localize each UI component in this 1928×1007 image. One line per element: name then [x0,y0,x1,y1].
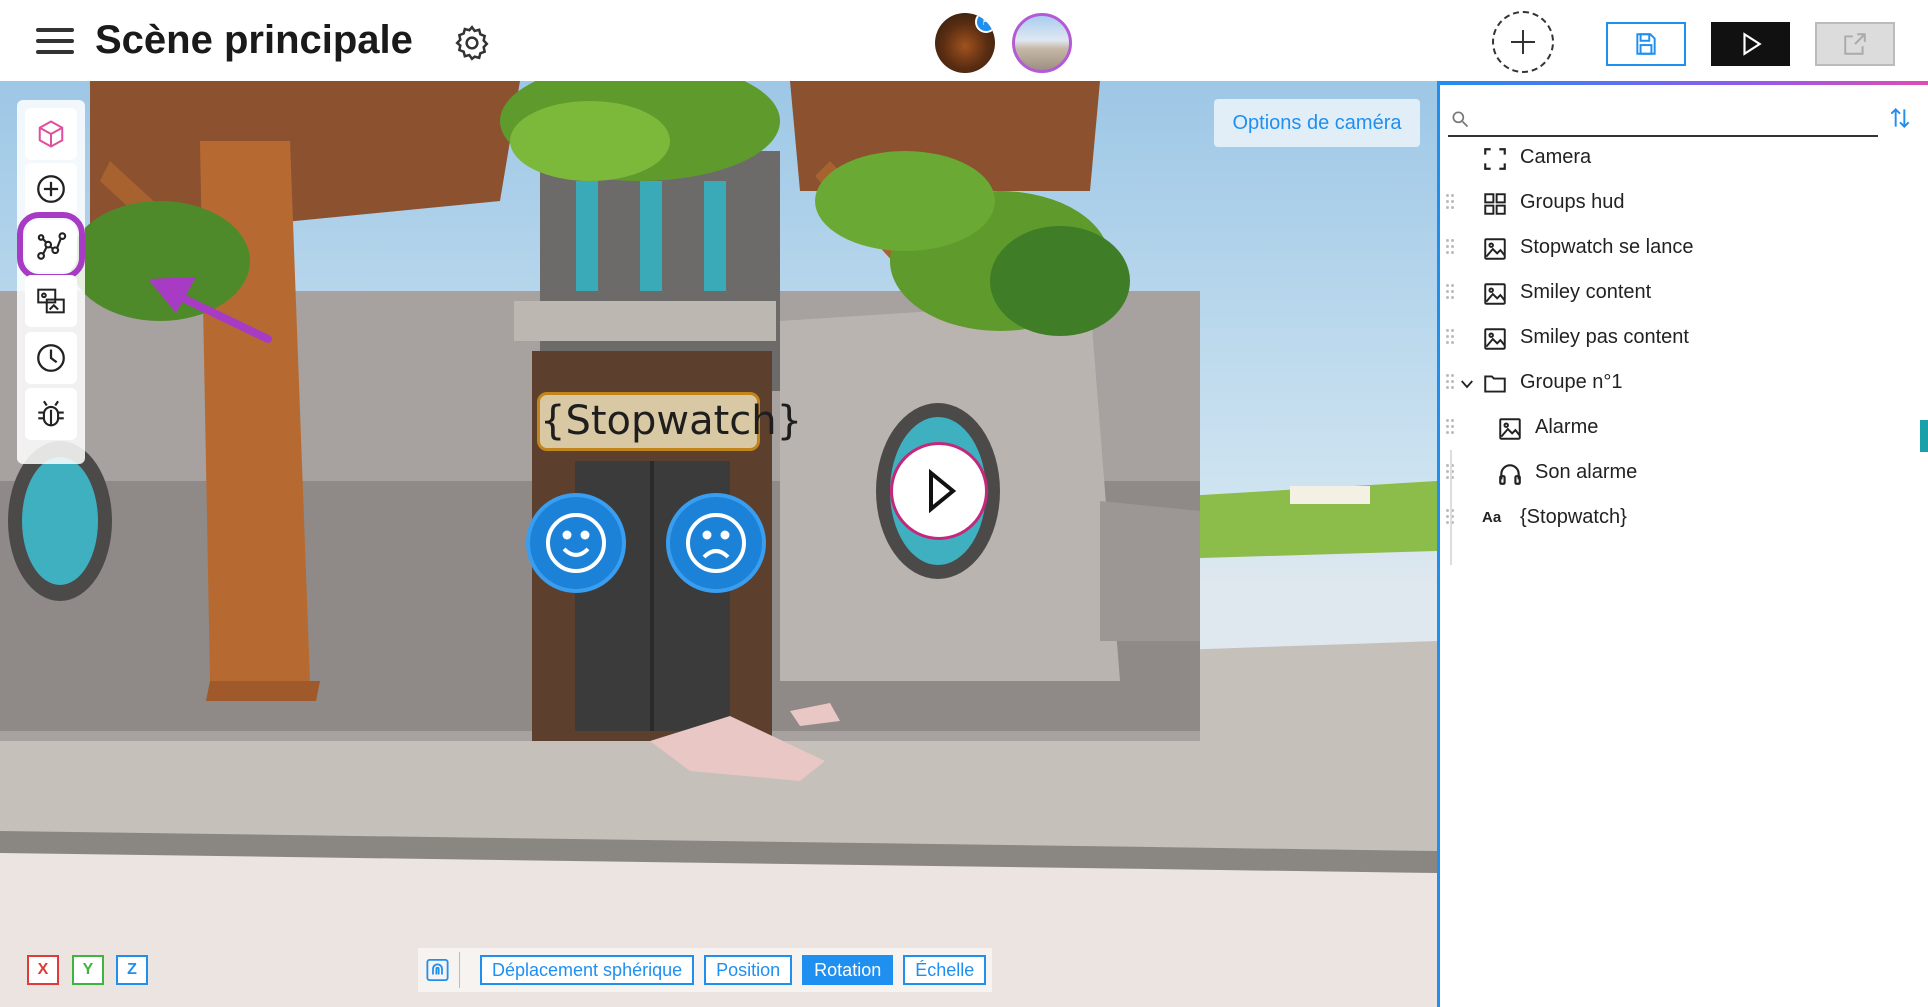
tree-item-groupe-1[interactable]: Groupe n°1 [1440,361,1928,406]
flag-icon: ⚑ [975,13,995,33]
tree-item-smiley-content[interactable]: Smiley content [1440,271,1928,316]
mode-rotation-button[interactable]: Rotation [802,955,894,985]
sort-icon[interactable] [1887,105,1913,131]
tree-item-stopwatch-se-lance[interactable]: Stopwatch se lance [1440,226,1928,271]
image-icon [1499,418,1521,440]
menu-icon[interactable] [36,28,74,58]
smiley-happy-button[interactable] [526,493,626,593]
scene-viewport[interactable]: Options de caméra {Stopwatch} X Y Z Dépl… [0,81,1437,1007]
tool-palette [17,100,85,464]
scene-tree-panel: Camera Groups hud Stopwatch se lance Smi… [1437,81,1928,1007]
mode-spherical-button[interactable]: Déplacement sphérique [480,955,695,985]
image-icon [1484,283,1506,305]
tree-item-label: Groupe n°1 [1520,371,1623,393]
transform-mode-bar: Déplacement sphérique Position Rotation … [418,948,993,992]
page-title: Scène principale [95,18,413,62]
camera-frame-icon [1484,148,1506,170]
drag-handle-icon[interactable] [1446,419,1456,437]
tree-indent-guide [1450,450,1452,565]
camera-options-button[interactable]: Options de caméra [1214,99,1420,147]
tree-item-label: Smiley content [1520,281,1652,303]
tree-item-camera[interactable]: Camera [1440,136,1928,181]
folder-icon [1484,375,1506,393]
chevron-down-icon[interactable] [1458,375,1476,393]
drag-handle-icon[interactable] [1446,239,1456,257]
save-button[interactable] [1606,22,1686,66]
tree-item-label: Camera [1520,146,1592,168]
tree-item-stopwatch-text[interactable]: Aa {Stopwatch} [1440,496,1928,541]
axis-z-toggle[interactable]: Z [116,955,148,985]
tree-item-label: Stopwatch se lance [1520,236,1694,258]
tree-item-alarme[interactable]: Alarme [1440,406,1928,451]
tree-item-smiley-pas-content[interactable]: Smiley pas content [1440,316,1928,361]
tree-item-label: Smiley pas content [1520,326,1689,348]
grid-icon [1484,193,1506,215]
play-icon [1742,32,1762,56]
smiley-sad-button[interactable] [666,493,766,593]
magnet-icon[interactable] [424,952,460,988]
drag-handle-icon[interactable] [1446,284,1456,302]
save-icon [1636,33,1656,55]
clock-icon[interactable] [25,332,77,384]
text-icon: Aa [1482,509,1502,526]
stopwatch-text-element[interactable]: {Stopwatch} [537,392,802,451]
alarm-play-button[interactable] [890,442,988,540]
image-icon [1484,328,1506,350]
smiley-sad-icon [686,513,746,573]
axis-y-toggle[interactable]: Y [72,955,104,985]
image-icon [1484,238,1506,260]
drag-handle-icon[interactable] [1446,194,1456,212]
tree-item-label: {Stopwatch} [1520,506,1627,528]
search-icon [1452,111,1469,128]
search-input[interactable] [1474,103,1874,133]
smiley-happy-icon [546,513,606,573]
add-scene-button[interactable] [1492,11,1554,73]
axis-x-toggle[interactable]: X [27,955,59,985]
export-button[interactable] [1815,22,1895,66]
play-icon [929,468,957,514]
mode-scale-button[interactable]: Échelle [903,955,987,985]
scene-thumbnail-2[interactable] [1012,13,1072,73]
tree-item-son-alarme[interactable]: Son alarme [1440,451,1928,496]
top-bar: Scène principale ⚑ [0,0,1928,81]
mode-position-button[interactable]: Position [704,955,793,985]
gear-icon[interactable] [452,23,492,63]
tree-item-label: Groups hud [1520,191,1625,213]
external-link-icon [1844,33,1866,55]
search-field [1448,103,1878,137]
bug-icon[interactable] [25,388,77,440]
drag-handle-icon[interactable] [1446,329,1456,347]
panel-accent-bar [1440,81,1928,85]
play-button[interactable] [1711,22,1790,66]
tree-item-groups-hud[interactable]: Groups hud [1440,181,1928,226]
graph-nodes-icon[interactable] [17,212,85,280]
tree-item-label: Son alarme [1535,461,1638,483]
cube-icon[interactable] [25,108,77,160]
headphones-icon [1499,464,1521,485]
add-icon[interactable] [25,163,77,215]
drag-handle-icon[interactable] [1446,374,1456,392]
scrollbar-thumb[interactable] [1920,420,1928,452]
tree-item-label: Alarme [1535,416,1599,438]
image-swap-icon[interactable] [25,275,77,327]
scene-thumbnail-1[interactable]: ⚑ [935,13,995,73]
